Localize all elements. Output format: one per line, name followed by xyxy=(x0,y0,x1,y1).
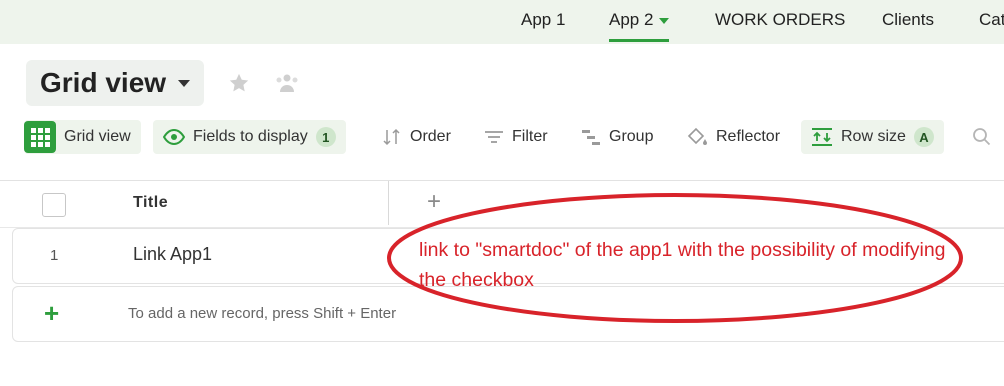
annotation-text: link to "smartdoc" of the app1 with the … xyxy=(419,239,946,291)
row-number: 1 xyxy=(50,247,59,264)
filter-icon xyxy=(485,131,503,143)
reflector-button[interactable]: Reflector xyxy=(686,120,780,154)
row-height-icon xyxy=(812,128,832,146)
star-icon[interactable] xyxy=(228,72,250,99)
order-button[interactable]: Order xyxy=(382,120,451,154)
eye-icon xyxy=(163,129,185,145)
grid-view-label: Grid view xyxy=(64,128,131,145)
column-header-title[interactable]: Title xyxy=(133,194,168,212)
chevron-down-icon xyxy=(178,79,191,87)
fields-to-display-label: Fields to display xyxy=(193,128,308,145)
fields-to-display-button[interactable]: Fields to display 1 xyxy=(153,120,346,154)
paint-bucket-icon xyxy=(687,127,707,145)
group-label: Group xyxy=(609,128,654,145)
add-record-icon[interactable]: + xyxy=(44,298,59,329)
toolbar: Grid view Fields to display 1 Order Filt… xyxy=(24,120,1004,154)
tab-app-2-label: App 2 xyxy=(609,10,654,29)
order-label: Order xyxy=(410,128,451,145)
group-button[interactable]: Group xyxy=(581,120,653,154)
select-all-checkbox[interactable] xyxy=(42,193,66,217)
tab-cat[interactable]: Cat xyxy=(979,10,1004,30)
tab-app-1[interactable]: App 1 xyxy=(521,10,565,30)
group-icon xyxy=(582,130,600,145)
tab-clients[interactable]: Clients xyxy=(882,10,934,30)
view-title: Grid view xyxy=(40,67,167,98)
row-size-label: Row size xyxy=(841,128,906,145)
filter-button[interactable]: Filter xyxy=(484,120,548,154)
chevron-down-icon xyxy=(659,17,670,24)
tab-app-2[interactable]: App 2 xyxy=(609,10,670,42)
users-icon[interactable] xyxy=(275,72,299,99)
top-navigation: App 1 App 2 WORK ORDERS Clients Cat xyxy=(0,0,1004,44)
view-selector[interactable]: Grid view xyxy=(26,60,205,106)
grid-icon xyxy=(24,121,56,153)
reflector-label: Reflector xyxy=(716,128,781,145)
search-button[interactable] xyxy=(972,120,1000,154)
tab-work-orders[interactable]: WORK ORDERS xyxy=(715,10,845,30)
fields-count-badge: 1 xyxy=(315,127,336,147)
sort-icon xyxy=(383,128,400,146)
add-record-hint: To add a new record, press Shift + Enter xyxy=(128,305,397,322)
search-icon xyxy=(973,128,991,146)
row-size-badge: A xyxy=(913,127,934,147)
row-size-button[interactable]: Row size A xyxy=(801,120,944,154)
grid-view-button[interactable]: Grid view xyxy=(24,120,141,154)
filter-label: Filter xyxy=(512,128,548,145)
row-title-cell[interactable]: Link App1 xyxy=(133,244,212,265)
